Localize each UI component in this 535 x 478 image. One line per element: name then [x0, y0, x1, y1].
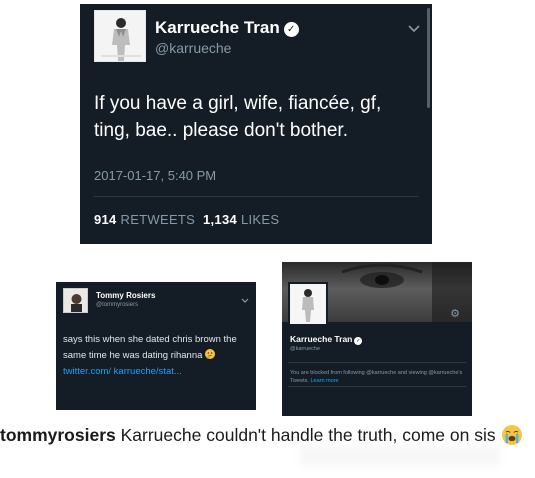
tweet-link[interactable]: twitter.com/ karrueche/stat... [63, 366, 182, 377]
author-handle[interactable]: @tommyrosiers [96, 302, 138, 308]
author-name[interactable]: Tommy Rosiers [96, 291, 155, 300]
divider [288, 362, 466, 363]
verified-icon: ✓ [354, 337, 363, 345]
thinking-face-emoji-icon [205, 349, 216, 359]
profile-handle[interactable]: @karrueche [290, 346, 320, 352]
tweet-timestamp[interactable]: 2017-01-17, 5:40 PM [94, 168, 216, 183]
profile-photo-icon [290, 284, 326, 324]
caption-username[interactable]: tommyrosiers [0, 425, 116, 445]
avatar[interactable] [94, 10, 146, 62]
author-handle[interactable]: @karrueche [155, 40, 231, 56]
author-name[interactable]: Karrueche Tran ✓ [155, 18, 299, 38]
loudly-crying-face-emoji-icon [502, 425, 523, 445]
profile-photo-icon [64, 289, 87, 312]
blocked-profile-card: ⚙ Karrueche Tran ✓ @karrueche You are blo… [282, 262, 472, 416]
quoted-tweet-card: Tommy Rosiers @tommyrosiers says this wh… [56, 282, 256, 410]
profile-photo-icon [95, 11, 145, 61]
post-caption: tommyrosiers Karrueche couldn't handle t… [0, 423, 535, 447]
verified-icon: ✓ [283, 22, 299, 37]
like-label[interactable]: LIKES [241, 212, 279, 227]
caption-text: Karrueche couldn't handle the truth, com… [120, 425, 496, 445]
like-count[interactable]: 1,134 [203, 212, 237, 227]
profile-name-text: Karrueche Tran [290, 334, 353, 344]
chevron-down-icon[interactable] [408, 20, 420, 38]
retweet-count[interactable]: 914 [94, 212, 117, 227]
blocked-notice: You are blocked from following @karruech… [290, 369, 466, 385]
profile-name[interactable]: Karrueche Tran ✓ [290, 334, 363, 345]
avatar[interactable] [63, 288, 88, 313]
avatar[interactable] [288, 282, 328, 326]
gear-icon[interactable]: ⚙ [450, 307, 460, 320]
chevron-down-icon[interactable] [241, 290, 249, 308]
main-tweet-card: Karrueche Tran ✓ @karrueche If you have a… [80, 4, 432, 244]
tweet-text: If you have a girl, wife, fiancée, gf, t… [94, 93, 382, 141]
background-artifact [300, 446, 500, 466]
tweet-stats: 914 RETWEETS 1,134 LIKES [94, 212, 279, 227]
tweet-text: says this when she dated chris brown the… [63, 332, 251, 380]
retweet-label[interactable]: RETWEETS [121, 212, 196, 227]
scrollbar[interactable] [427, 8, 430, 108]
divider [288, 386, 466, 387]
author-name-text: Karrueche Tran [155, 18, 280, 37]
divider [94, 196, 418, 197]
learn-more-link[interactable]: Learn more [310, 378, 338, 384]
